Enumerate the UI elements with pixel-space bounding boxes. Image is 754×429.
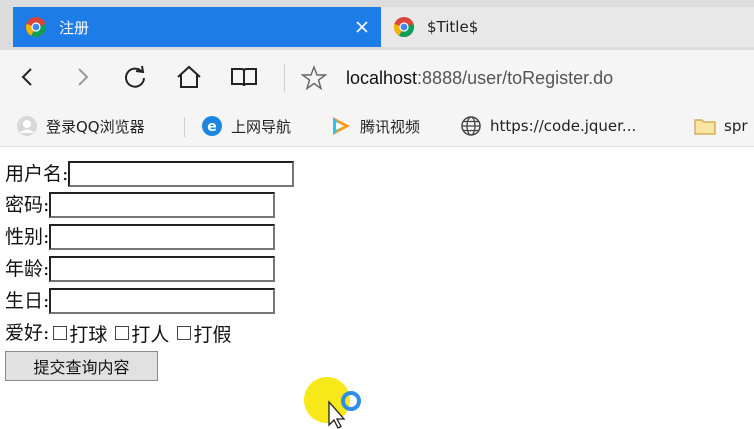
hobby-option-label: 打人 xyxy=(131,323,170,346)
home-button[interactable] xyxy=(174,62,204,92)
password-row: 密码: xyxy=(5,190,276,220)
birthday-input[interactable] xyxy=(49,288,276,314)
browser-window: 注册 $Title$ localhost:8888/user/toRegiste… xyxy=(0,0,754,429)
bookmark-navigation[interactable]: e 上网导航 xyxy=(201,114,291,138)
age-input[interactable] xyxy=(49,256,276,282)
birthday-label: 生日: xyxy=(5,290,50,312)
reload-icon xyxy=(125,65,145,88)
url-path: :8888/user/toRegister.do xyxy=(417,68,614,88)
home-icon xyxy=(177,65,201,88)
ie-logo-icon: e xyxy=(202,116,222,136)
chrome-logo-icon xyxy=(26,17,46,38)
mouse-cursor-icon xyxy=(304,377,361,429)
back-button[interactable] xyxy=(13,62,43,92)
bookmark-label: 登录QQ浏览器 xyxy=(46,117,145,136)
book-icon xyxy=(231,68,257,87)
user-avatar-icon xyxy=(17,116,37,136)
age-row: 年龄: xyxy=(5,254,276,284)
bookmark-jquery[interactable]: https://code.jquer... xyxy=(460,114,636,138)
bookmark-label: spr xyxy=(724,117,748,135)
gender-row: 性别: xyxy=(5,222,276,252)
back-arrow-icon xyxy=(21,68,32,86)
username-label: 用户名: xyxy=(5,163,69,185)
close-icon[interactable] xyxy=(355,20,369,34)
tencent-video-icon xyxy=(333,117,350,135)
bookmark-label: 腾讯视频 xyxy=(360,117,421,136)
age-label: 年龄: xyxy=(5,258,50,280)
hobby-option-label: 打球 xyxy=(69,323,108,346)
hobby-option: 打球 xyxy=(49,320,107,347)
star-icon[interactable] xyxy=(301,65,327,91)
bookmark-divider xyxy=(184,117,185,137)
tab-register[interactable]: 注册 xyxy=(13,7,381,47)
bookmarks-bar: 登录QQ浏览器 e 上网导航 腾讯视频 https://code.jquer..… xyxy=(0,105,754,147)
submit-button[interactable]: 提交查询内容 xyxy=(5,351,158,381)
forward-arrow-icon xyxy=(78,68,89,86)
username-input[interactable] xyxy=(68,161,295,187)
hobby-row: 爱好: 打球 打人 打假 xyxy=(5,318,235,348)
birthday-row: 生日: xyxy=(5,286,276,316)
hobby-option-label: 打假 xyxy=(193,323,232,346)
bookmark-label: https://code.jquer... xyxy=(490,117,637,135)
gender-label: 性别: xyxy=(5,226,50,248)
hobby-checkbox[interactable] xyxy=(177,326,192,340)
hobby-option: 打假 xyxy=(173,320,231,347)
hobby-label: 爱好: xyxy=(5,322,50,344)
bookmark-folder-spr[interactable]: spr xyxy=(694,114,748,138)
hobby-checkbox[interactable] xyxy=(115,326,130,340)
gender-input[interactable] xyxy=(49,224,276,250)
forward-button[interactable] xyxy=(67,62,97,92)
bookmark-qq-login[interactable]: 登录QQ浏览器 xyxy=(16,114,145,138)
username-row: 用户名: xyxy=(5,159,295,189)
tab-title: $Title$ xyxy=(427,18,479,36)
tab-title: 注册 xyxy=(59,18,90,37)
svg-text:e: e xyxy=(207,119,217,135)
url-host: localhost xyxy=(346,68,418,88)
password-input[interactable] xyxy=(49,192,276,218)
bookmark-label: 上网导航 xyxy=(231,117,292,136)
folder-icon xyxy=(694,119,716,135)
bookmark-tencent-video[interactable]: 腾讯视频 xyxy=(330,114,420,138)
globe-icon xyxy=(461,116,481,136)
reload-button[interactable] xyxy=(120,62,150,92)
password-label: 密码: xyxy=(5,194,50,216)
toolbar-divider xyxy=(284,64,285,92)
reader-button[interactable] xyxy=(229,62,259,92)
hobby-checkbox[interactable] xyxy=(53,326,68,340)
hobby-option: 打人 xyxy=(111,320,169,347)
tab-strip: 注册 $Title$ xyxy=(0,0,754,50)
chrome-logo-icon xyxy=(394,17,414,38)
address-bar-url[interactable]: localhost:8888/user/toRegister.do xyxy=(346,65,613,91)
navigation-bar: localhost:8888/user/toRegister.do xyxy=(0,50,754,105)
register-form: 用户名: 密码: 性别: 年龄: 生日: 爱好: 打球 打人 打假 提交查询内容 xyxy=(0,147,754,429)
tab-title-placeholder[interactable]: $Title$ xyxy=(381,7,754,47)
